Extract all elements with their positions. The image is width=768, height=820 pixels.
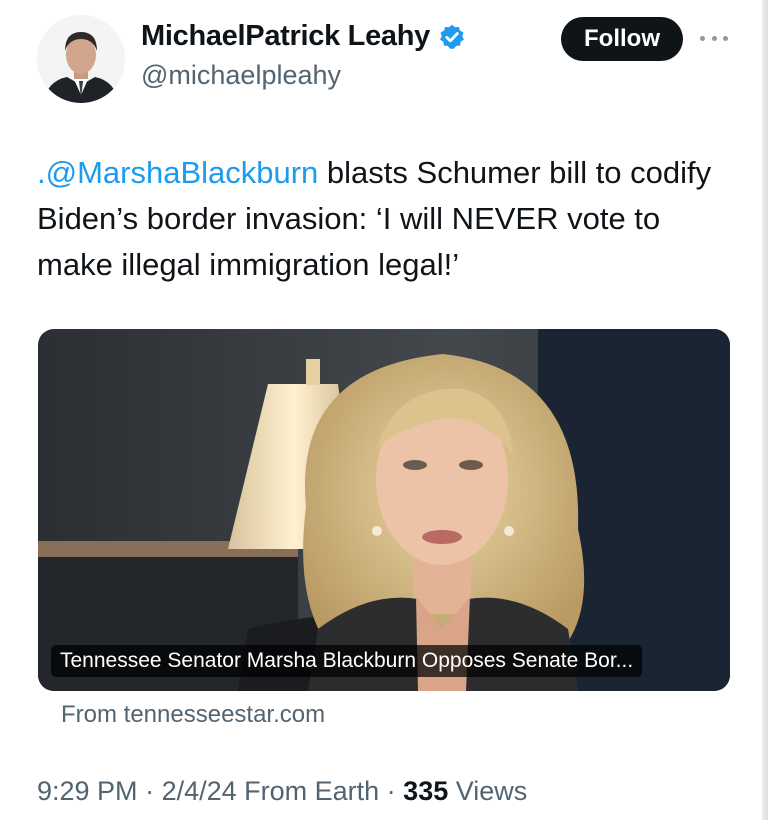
meta-separator: · — [137, 776, 162, 806]
avatar[interactable] — [37, 15, 125, 103]
mention-link[interactable]: .@MarshaBlackburn — [37, 155, 318, 190]
views-count: 335 — [403, 776, 449, 806]
more-options-icon[interactable] — [700, 36, 728, 42]
tweet-location: From Earth — [236, 776, 380, 806]
views-label: Views — [448, 776, 528, 806]
tweet-text: .@MarshaBlackburn blasts Schumer bill to… — [37, 150, 737, 288]
card-caption: Tennessee Senator Marsha Blackburn Oppos… — [51, 645, 643, 677]
verified-badge-icon — [440, 24, 464, 49]
window-edge — [762, 0, 768, 820]
author-display-name[interactable]: MichaelPatrick Leahy — [141, 20, 466, 53]
follow-button[interactable]: Follow — [561, 17, 683, 61]
display-name-text: MichaelPatrick Leahy — [141, 20, 430, 52]
tweet-date[interactable]: 2/4/24 — [162, 776, 237, 806]
tweet-meta: 9:29 PM · 2/4/24 From Earth · 335 Views — [37, 776, 527, 807]
author-handle[interactable]: @michaelpleahy — [141, 60, 341, 91]
meta-separator: · — [379, 776, 404, 806]
link-preview-card[interactable]: Tennessee Senator Marsha Blackburn Oppos… — [38, 329, 730, 691]
card-image — [38, 329, 730, 691]
tweet-time[interactable]: 9:29 PM — [37, 776, 138, 806]
avatar-photo — [37, 15, 125, 103]
card-source[interactable]: From tennesseestar.com — [61, 701, 325, 729]
